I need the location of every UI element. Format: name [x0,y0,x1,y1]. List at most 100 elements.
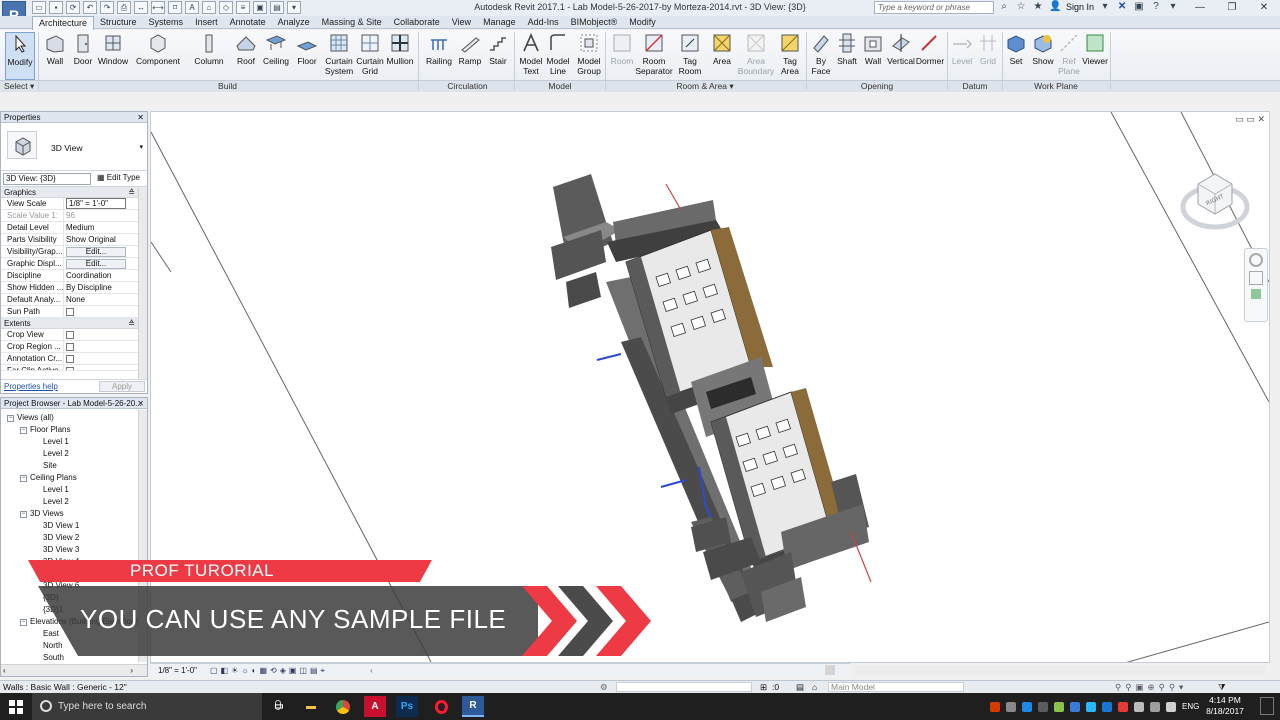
roof-button[interactable]: Roof [233,32,259,80]
prop-parts-visibility[interactable]: Parts Visibility Show Original [1,234,147,246]
tree-item[interactable]: North [43,640,63,652]
door-button[interactable]: Door [70,32,96,80]
tray-app-icon[interactable] [1086,701,1096,712]
tree-item[interactable]: Level 2 [43,496,69,508]
annotation-crop-checkbox[interactable] [66,355,74,363]
open-icon[interactable]: ▭ [32,1,46,14]
collapse-toggle-icon[interactable]: − [7,415,14,422]
by-face-button[interactable]: By Face [809,32,833,80]
collapse-toggle-icon[interactable]: − [20,427,27,434]
model-text-button[interactable]: Model Text [517,32,545,80]
filter-icon[interactable]: ⧩ [1218,681,1226,693]
tray-app-icon[interactable] [1022,701,1032,712]
column-button[interactable]: Column [193,32,225,80]
tree-item[interactable]: Level 2 [43,448,69,460]
component-button[interactable]: Component [135,32,181,80]
tray-app-icon[interactable] [1118,701,1128,712]
tray-app-icon[interactable] [990,701,1000,712]
customize-qat-icon[interactable]: ▾ [287,1,301,14]
tab-add-ins[interactable]: Add-Ins [522,16,565,29]
prop-visibility-graphics[interactable]: Visibility/Grap... Edit... [1,246,147,258]
notification-icon[interactable] [1260,697,1274,715]
autocad-icon[interactable]: A [364,696,386,717]
edit-button[interactable]: Edit... [66,259,126,269]
photoshop-icon[interactable]: Ps [396,696,418,717]
print-icon[interactable]: ⎙ [117,1,131,14]
modify-button[interactable]: Modify [5,32,35,80]
tray-app-icon[interactable] [1070,701,1080,712]
instance-filter-select[interactable]: 3D View: {3D} [3,173,91,185]
tab-manage[interactable]: Manage [477,16,522,29]
collapse-toggle-icon[interactable]: − [20,511,27,518]
window-button[interactable]: Window [97,32,129,80]
language-indicator[interactable]: ENG [1182,702,1199,711]
save-icon[interactable]: ▪ [49,1,63,14]
tab-systems[interactable]: Systems [143,16,190,29]
group-graphics[interactable]: Graphics ≙ [1,187,147,198]
crop-region-checkbox[interactable] [66,343,74,351]
area-button[interactable]: Area [708,32,736,80]
dormer-button[interactable]: Dormer [914,32,946,80]
favorites-icon[interactable]: ★ [1032,1,1044,13]
workset-select[interactable] [616,682,752,692]
chevron-down-icon[interactable]: ▾ [1099,1,1111,13]
thin-lines-icon[interactable]: ≡ [236,1,250,14]
network-icon[interactable] [1150,701,1160,712]
tree-item[interactable]: − Floor Plans [20,424,70,436]
room-button[interactable]: Room [608,32,636,80]
ref-plane-button[interactable]: Ref Plane [1056,32,1082,80]
sign-in-link[interactable]: Sign In [1066,2,1094,12]
tree-item[interactable]: Level 1 [43,484,69,496]
zoom-icon[interactable] [1249,271,1263,285]
tab-modify[interactable]: Modify [623,16,662,29]
viewport-hscrollbar[interactable] [825,665,1265,675]
main-model-select[interactable]: Main Model [828,682,964,692]
dimension-icon[interactable]: ⟷ [151,1,165,14]
exchange-icon[interactable]: ✕ [1116,1,1128,13]
prop-default-analysis[interactable]: Default Analy... None [1,294,147,306]
apply-button[interactable]: Apply [99,381,145,392]
prop-detail-level[interactable]: Detail Level Medium [1,222,147,234]
edit-button[interactable]: Edit... [66,247,126,257]
prop-sun-path[interactable]: Sun Path [1,306,147,318]
close-icon[interactable]: ✕ [1248,0,1280,16]
binoculars-icon[interactable]: ⌕ [998,1,1010,13]
viewcube[interactable]: RIGHT [1180,162,1250,237]
help-icon[interactable]: ? [1150,1,1162,13]
properties-scrollbar[interactable] [138,188,147,380]
far-clip-checkbox[interactable] [66,367,74,370]
view-scale[interactable]: 1/8" = 1'-0" [158,664,197,677]
zoom-region-icon[interactable] [1251,289,1261,299]
tab-bimobject[interactable]: BIMobject® [565,16,624,29]
cart-icon[interactable]: ▣ [1133,1,1145,13]
scroll-left-icon[interactable]: ‹ [3,665,6,676]
edit-type-button[interactable]: ▦ Edit Type [97,173,140,182]
tab-massing-site[interactable]: Massing & Site [316,16,388,29]
design-option-icon[interactable]: ⌂ [812,681,817,693]
tree-item[interactable]: East [43,628,59,640]
tree-item[interactable]: 3D View 1 [43,520,79,532]
taskbar-search-input[interactable]: Type here to search [32,693,281,720]
tree-item[interactable]: − Ceiling Plans [20,472,77,484]
ceiling-button[interactable]: Ceiling [262,32,290,80]
collapse-icon[interactable]: ≙ [128,318,135,329]
scroll-right-icon[interactable]: › [130,665,133,676]
viewer-button[interactable]: Viewer [1081,32,1109,80]
sync-icon[interactable]: ⟳ [66,1,80,14]
volume-icon[interactable] [1166,701,1176,712]
text-icon[interactable]: A [185,1,199,14]
wall-opening-button[interactable]: Wall [860,32,886,80]
tree-item[interactable]: 3D View 2 [43,532,79,544]
collapse-toggle-icon[interactable]: − [20,475,27,482]
prop-crop-view[interactable]: Crop View [1,329,147,341]
model-line-button[interactable]: Model Line [545,32,571,80]
chrome-icon[interactable] [332,696,354,717]
prop-view-scale[interactable]: View Scale 1/8" = 1'-0" [1,198,147,210]
selection-filter-icons[interactable]: ⚲⚲▣⊕⚲⚲▾ [1115,681,1187,693]
panel-label-room-area[interactable]: Room & Area ▾ [605,81,805,92]
curtain-system-button[interactable]: Curtain System [322,32,356,80]
tab-architecture[interactable]: Architecture [32,16,95,30]
view-control-icons[interactable]: ▢◧☀☼◐▦⟲◈▣◫▤⌖ [210,664,328,677]
tab-annotate[interactable]: Annotate [224,16,272,29]
vertical-button[interactable]: Vertical [886,32,916,80]
